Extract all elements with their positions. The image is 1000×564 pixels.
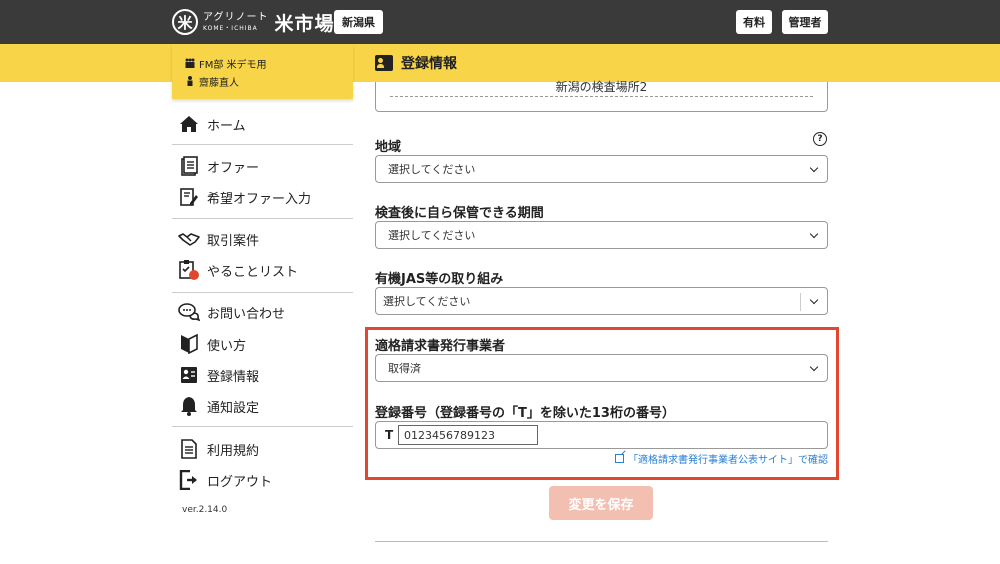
beginner-mark-icon [178, 333, 200, 355]
app-logo[interactable]: 米 アグリノート KOME・ICHIBA 米市場 [172, 8, 335, 36]
logout-icon [178, 469, 200, 491]
sidebar-divider [172, 144, 353, 145]
sidebar-item-home[interactable]: ホーム [178, 112, 246, 136]
sidebar-item-logout[interactable]: ログアウト [178, 468, 272, 492]
inspection-location-box[interactable]: 新潟の検査場所2 [375, 80, 828, 112]
checklist-icon [178, 259, 200, 281]
app-screen: 米 アグリノート KOME・ICHIBA 米市場 新潟県 有料 管理者 FM部 … [0, 0, 1000, 564]
id-card-icon [375, 55, 393, 71]
user-name-row: 齋藤直人 [184, 72, 353, 90]
user-org-row: FM部 米デモ用 [184, 54, 353, 72]
sidebar-item-desired-offer[interactable]: 希望オファー入力 [178, 185, 311, 209]
terms-icon [178, 438, 200, 460]
help-icon[interactable]: ? [813, 132, 827, 146]
logo-japanese-text: アグリノート [203, 11, 269, 23]
chevron-down-icon [809, 295, 819, 305]
bell-icon [178, 395, 200, 417]
sidebar-item-label: 登録情報 [207, 369, 260, 385]
logo-wordmark: アグリノート KOME・ICHIBA [203, 11, 269, 32]
storage-period-select[interactable]: 選択してください [375, 221, 828, 249]
user-name: 齋藤直人 [199, 77, 239, 89]
organic-jas-select[interactable]: 選択してください [375, 287, 828, 315]
section-header-band [0, 44, 1000, 82]
id-card-icon [178, 364, 200, 386]
person-icon [184, 76, 196, 86]
storage-period-label: 検査後に自ら保管できる期間 [375, 206, 544, 221]
chat-icon [178, 301, 200, 323]
sidebar-item-label: お問い合わせ [207, 306, 286, 322]
page-title-text: 登録情報 [401, 56, 457, 72]
select-separator [800, 293, 801, 311]
sidebar-item-registration[interactable]: 登録情報 [178, 363, 259, 387]
highlight-frame [365, 327, 839, 480]
sidebar-item-contact[interactable]: お問い合わせ [178, 300, 285, 324]
offer-icon [178, 155, 200, 177]
sidebar-divider [172, 426, 353, 427]
sidebar-item-notifications[interactable]: 通知設定 [178, 394, 259, 418]
region-label: 地域 [375, 140, 402, 155]
sidebar-item-label: 通知設定 [207, 400, 260, 416]
storage-period-value: 選択してください [388, 229, 476, 242]
sidebar-item-offer[interactable]: オファー [178, 154, 259, 178]
sidebar-item-how-to[interactable]: 使い方 [178, 332, 246, 356]
sidebar-item-label: ホーム [207, 118, 246, 134]
organic-jas-value: 選択してください [383, 295, 471, 308]
bottom-divider [375, 541, 828, 542]
handshake-icon [178, 228, 200, 250]
chevron-down-icon [809, 229, 819, 239]
region-button[interactable]: 新潟県 [334, 10, 383, 34]
sidebar-item-label: オファー [207, 160, 260, 176]
sidebar-divider [172, 218, 353, 219]
home-icon [178, 113, 200, 135]
admin-button[interactable]: 管理者 [782, 10, 828, 34]
rice-logo-icon: 米 [172, 9, 198, 35]
inspection-location-text: 新潟の検査場所2 [555, 80, 648, 94]
app-version: ver.2.14.0 [182, 505, 228, 515]
region-select[interactable]: 選択してください [375, 155, 828, 183]
sidebar-item-label: 利用規約 [207, 443, 260, 459]
sidebar-divider [172, 292, 353, 293]
sidebar-item-label: 使い方 [207, 338, 247, 354]
sidebar-item-todo[interactable]: やることリスト [178, 258, 298, 282]
user-info-box: FM部 米デモ用 齋藤直人 [172, 44, 353, 99]
logo-english-text: KOME・ICHIBA [203, 24, 258, 32]
sidebar-item-deals[interactable]: 取引案件 [178, 227, 259, 251]
organic-jas-label: 有機JAS等の取り組み [375, 272, 504, 287]
edit-document-icon [178, 186, 200, 208]
user-org-name: FM部 米デモ用 [199, 59, 267, 71]
save-button[interactable]: 変更を保存 [549, 486, 653, 520]
sidebar-item-terms[interactable]: 利用規約 [178, 437, 259, 461]
group-icon [184, 58, 196, 68]
sidebar-item-label: ログアウト [207, 474, 273, 490]
page-title: 登録情報 [375, 52, 457, 74]
plan-button[interactable]: 有料 [736, 10, 772, 34]
region-select-value: 選択してください [388, 163, 476, 176]
sidebar-item-label: 希望オファー入力 [207, 191, 312, 207]
sidebar-item-label: やることリスト [207, 264, 299, 280]
dashed-divider [390, 96, 813, 97]
top-bar: 米 アグリノート KOME・ICHIBA 米市場 新潟県 有料 管理者 [0, 0, 1000, 44]
chevron-down-icon [809, 163, 819, 173]
sidebar-item-label: 取引案件 [207, 233, 260, 249]
logo-title: 米市場 [274, 12, 335, 35]
